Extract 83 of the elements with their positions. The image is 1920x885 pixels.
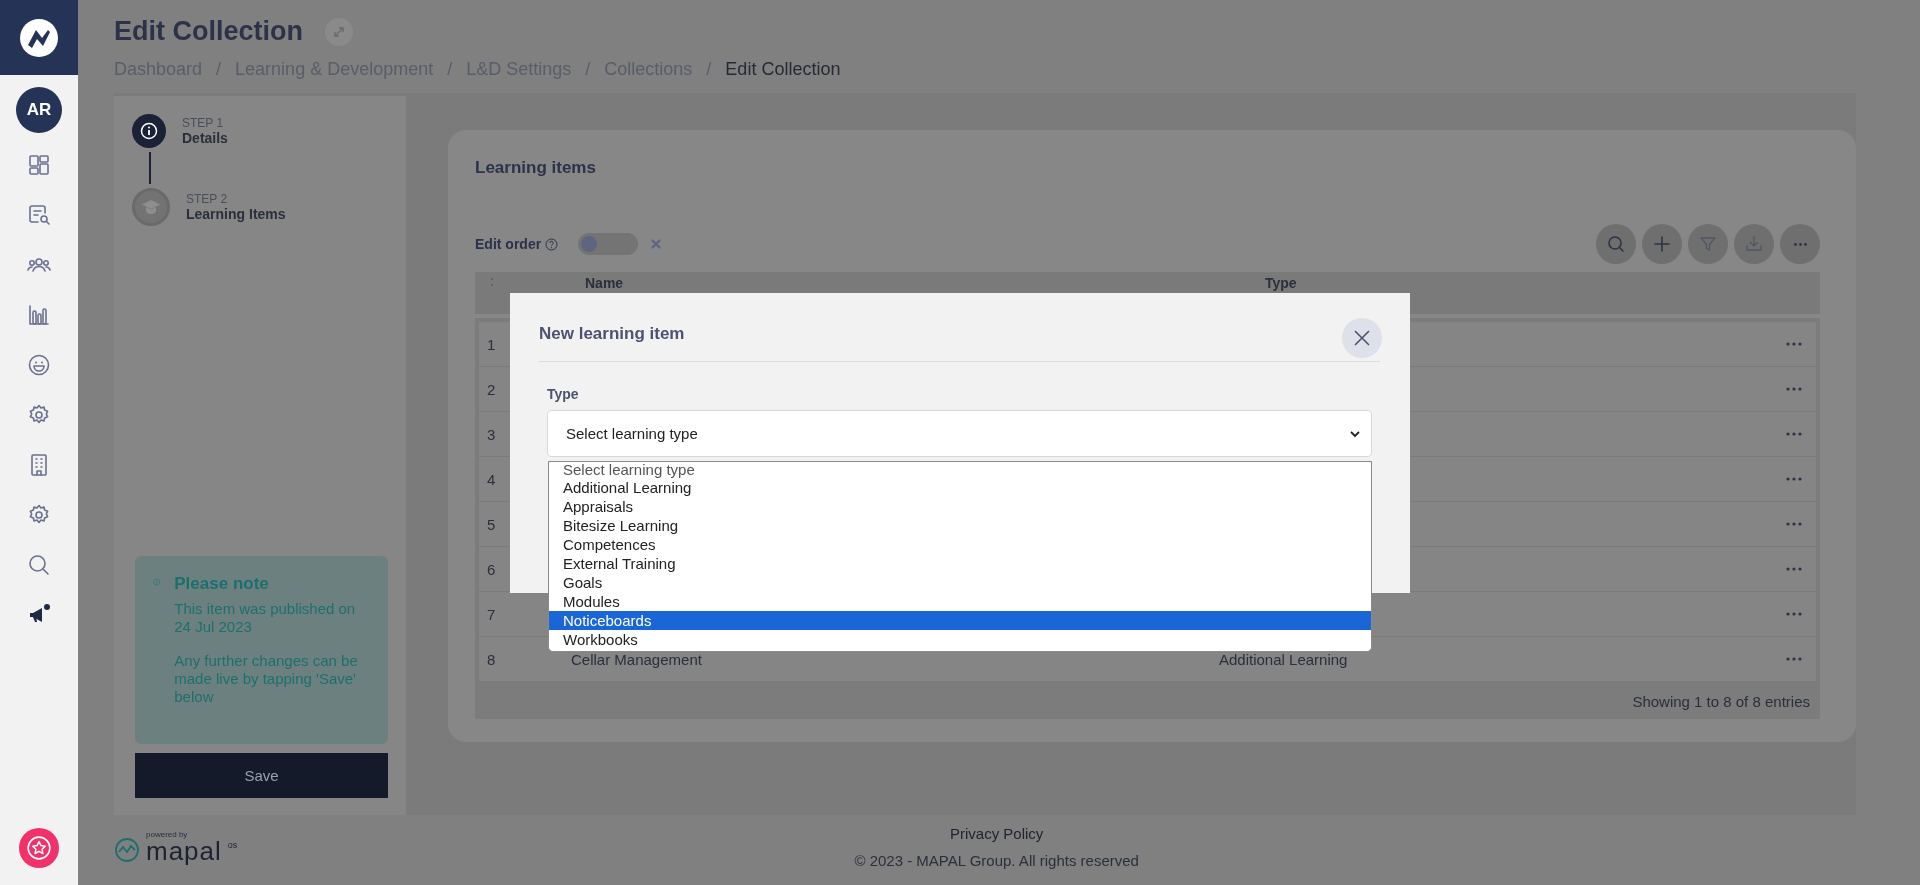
page-title: Edit Collection	[114, 16, 303, 47]
search-button[interactable]	[1596, 224, 1636, 264]
breadcrumb-separator: /	[706, 59, 712, 80]
powered-by-label: powered by	[146, 830, 189, 839]
row-number: 6	[487, 560, 496, 578]
row-number: 3	[487, 425, 496, 443]
graduation-cap-icon	[141, 199, 161, 215]
filter-icon	[1698, 234, 1718, 254]
entries-summary: Showing 1 to 8 of 8 entries	[1632, 693, 1810, 710]
edit-order-label: Edit order	[475, 236, 542, 252]
more-icon	[1793, 242, 1807, 246]
more-icon[interactable]	[1786, 477, 1802, 481]
brand-suffix: os	[227, 840, 238, 850]
favorites-button[interactable]	[19, 828, 59, 868]
add-button[interactable]	[1642, 224, 1682, 264]
plus-icon	[1652, 234, 1672, 254]
step-name: Learning Items	[186, 206, 286, 222]
logo-icon[interactable]	[19, 17, 59, 58]
dropdown-option[interactable]: External Training	[549, 554, 1371, 573]
dropdown-option[interactable]: Competences	[549, 535, 1371, 554]
smiley-icon[interactable]	[27, 353, 51, 377]
table-cell: Additional Learning	[1219, 650, 1348, 668]
dashboard-icon[interactable]	[27, 153, 51, 177]
table-cell: Cellar Management	[571, 650, 702, 668]
dropdown-option[interactable]: Goals	[549, 573, 1371, 592]
user-avatar[interactable]: AR	[16, 87, 62, 133]
note-text: Any further changes can be made live by tapping 'Save' below	[174, 652, 359, 706]
more-icon[interactable]	[1786, 432, 1802, 436]
search-icon[interactable]	[27, 553, 51, 577]
dropdown-option[interactable]: Workbooks	[549, 630, 1371, 649]
drag-handle-icon	[489, 276, 495, 288]
more-icon[interactable]	[1786, 612, 1802, 616]
row-number: 4	[487, 470, 496, 488]
card-title: Learning items	[475, 158, 597, 178]
breadcrumb-separator: /	[585, 59, 591, 80]
step-indicator[interactable]	[132, 114, 166, 148]
close-button[interactable]	[1342, 318, 1382, 358]
modal-title: New learning item	[539, 324, 686, 344]
document-search-icon[interactable]	[27, 203, 51, 227]
chevron-down-icon	[1349, 429, 1361, 438]
more-icon[interactable]	[1786, 522, 1802, 526]
brand-name: mapal	[146, 839, 222, 863]
row-number: 5	[487, 515, 496, 533]
edit-order-toggle[interactable]	[578, 233, 639, 255]
type-select[interactable]: Select learning type	[547, 410, 1372, 457]
step-name: Details	[182, 130, 228, 146]
breadcrumb-separator: /	[216, 59, 222, 80]
more-icon[interactable]	[1786, 387, 1802, 391]
field-label: Type	[547, 386, 580, 402]
copyright-text: © 2023 - MAPAL Group. All rights reserved	[854, 851, 1139, 869]
expand-icon	[332, 24, 346, 39]
step-number: STEP 2	[186, 192, 229, 206]
step-number: STEP 1	[182, 116, 225, 130]
more-icon[interactable]	[1786, 342, 1802, 346]
bar-chart-icon[interactable]	[27, 303, 51, 327]
row-number: 1	[487, 335, 496, 353]
help-icon[interactable]	[545, 237, 559, 251]
close-icon	[650, 238, 663, 250]
close-icon	[1353, 329, 1371, 347]
step-connector	[149, 152, 151, 184]
row-number: 7	[487, 605, 496, 623]
more-icon[interactable]	[1786, 657, 1802, 661]
breadcrumb-separator: /	[447, 59, 453, 80]
dropdown-option[interactable]: Noticeboards	[549, 611, 1371, 630]
dropdown-option[interactable]: Additional Learning	[549, 478, 1371, 497]
brand-logo-icon	[114, 837, 140, 863]
info-icon	[140, 122, 158, 140]
row-number: 8	[487, 650, 496, 668]
breadcrumb-current: Edit Collection	[725, 59, 841, 80]
download-icon	[1744, 234, 1764, 254]
download-button[interactable]	[1734, 224, 1774, 264]
search-icon	[1606, 234, 1626, 254]
dropdown-option[interactable]: Select learning type	[549, 462, 1371, 478]
note-text: This item was published on 24 Jul 2023	[174, 600, 357, 636]
save-button[interactable]: Save	[135, 753, 388, 798]
filter-button[interactable]	[1688, 224, 1728, 264]
dropdown-option[interactable]: Modules	[549, 592, 1371, 611]
privacy-policy-link[interactable]: Privacy Policy	[950, 824, 1044, 842]
dropdown-option[interactable]: Bitesize Learning	[549, 516, 1371, 535]
dropdown-option[interactable]: Appraisals	[549, 497, 1371, 516]
note-title: Please note	[174, 574, 270, 594]
row-number: 2	[487, 380, 496, 398]
more-icon[interactable]	[1786, 567, 1802, 571]
